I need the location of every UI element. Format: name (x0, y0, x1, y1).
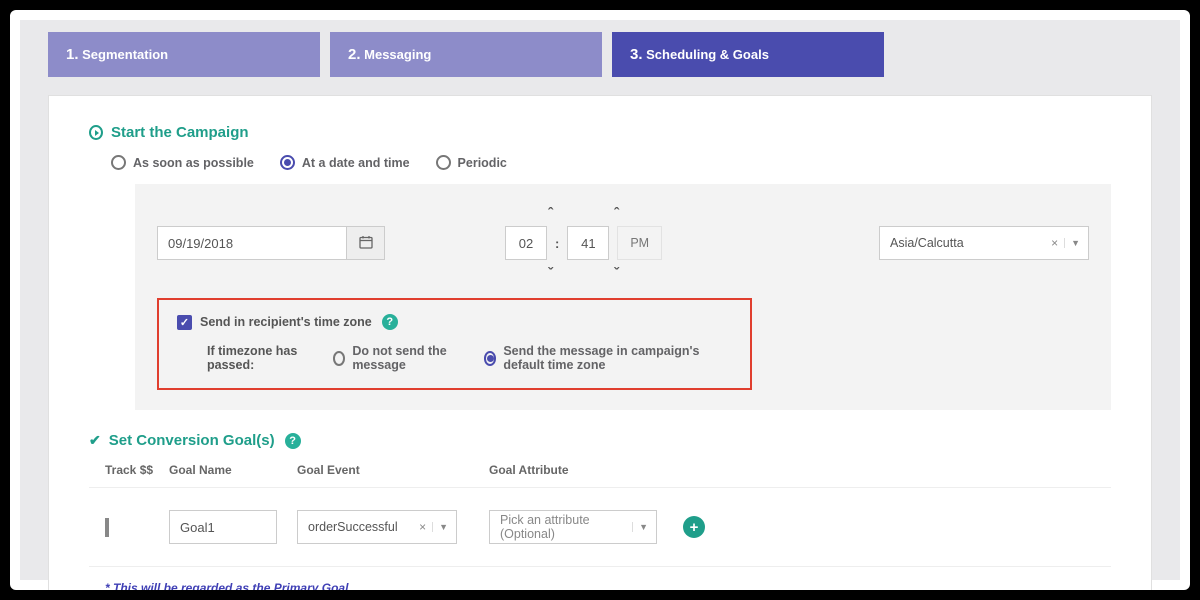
app-shell: 1. Segmentation 2. Messaging 3. Scheduli… (10, 10, 1190, 590)
minute-input[interactable] (567, 226, 609, 260)
date-field (157, 226, 385, 260)
hour-input[interactable] (505, 226, 547, 260)
chevron-down-icon: ▼ (1064, 238, 1080, 248)
radio-icon (280, 155, 295, 170)
plus-icon: + (690, 519, 699, 536)
hour-down[interactable]: ˇ (544, 266, 558, 280)
timezone-value: Asia/Calcutta (890, 236, 964, 250)
minute-up[interactable]: ˆ (610, 206, 624, 220)
chevron-down-icon: ˇ (548, 265, 553, 282)
track-checkbox[interactable] (105, 518, 109, 537)
radio-send-default-tz[interactable]: Send the message in campaign's default t… (484, 344, 732, 372)
time-stepper: ˆ ˆ : PM ˇ ˇ (505, 206, 662, 280)
recipient-tz-checkbox[interactable]: ✓ (177, 315, 192, 330)
radio-icon (484, 351, 496, 366)
step-label: Scheduling & Goals (646, 47, 769, 62)
goal-attribute-select[interactable]: Pick an attribute (Optional) ▼ (489, 510, 657, 544)
section-title: Start the Campaign (111, 124, 249, 141)
chevron-up-icon: ˆ (548, 205, 553, 222)
recipient-tz-checkbox-row: ✓ Send in recipient's time zone ? (177, 314, 732, 330)
section-conversion-goals: ✔ Set Conversion Goal(s) ? (89, 432, 1111, 449)
tab-segmentation[interactable]: 1. Segmentation (48, 32, 320, 77)
radio-asap[interactable]: As soon as possible (111, 155, 254, 170)
calendar-icon (359, 235, 373, 252)
col-goal-attr: Goal Attribute (489, 463, 669, 477)
add-goal-button[interactable]: + (683, 516, 705, 538)
section-start-campaign: Start the Campaign (89, 124, 1111, 141)
step-number: 3. (630, 46, 643, 63)
radio-do-not-send[interactable]: Do not send the message (333, 344, 466, 372)
col-goal-event: Goal Event (297, 463, 489, 477)
radio-icon (333, 351, 345, 366)
schedule-row: ˆ ˆ : PM ˇ ˇ (157, 206, 1089, 280)
content-card: Start the Campaign As soon as possible A… (48, 95, 1152, 590)
goal-name-input[interactable] (169, 510, 277, 544)
clear-icon[interactable]: × (419, 520, 426, 534)
radio-label: As soon as possible (133, 156, 254, 170)
step-label: Segmentation (82, 47, 168, 62)
col-track: Track $$ (105, 463, 169, 477)
radio-label: Periodic (458, 156, 507, 170)
chevron-down-icon: ▼ (432, 522, 448, 532)
play-circle-icon (89, 126, 103, 140)
tab-messaging[interactable]: 2. Messaging (330, 32, 602, 77)
if-passed-label: If timezone has passed: (207, 344, 315, 372)
section-title: Set Conversion Goal(s) (109, 432, 275, 449)
goal-row: orderSuccessful × ▼ Pick an attribute (O… (89, 487, 1111, 567)
step-tabs: 1. Segmentation 2. Messaging 3. Scheduli… (48, 32, 1152, 77)
primary-goal-footnote: * This will be regarded as the Primary G… (89, 567, 1111, 590)
goal-columns: Track $$ Goal Name Goal Event Goal Attri… (89, 463, 1111, 477)
minute-down[interactable]: ˇ (610, 266, 624, 280)
chevron-down-icon: ˇ (614, 265, 619, 282)
timezone-select[interactable]: Asia/Calcutta × ▼ (879, 226, 1089, 260)
step-number: 1. (66, 46, 79, 63)
col-goal-name: Goal Name (169, 463, 297, 477)
check-icon: ✓ (180, 316, 189, 329)
recipient-timezone-box: ✓ Send in recipient's time zone ? If tim… (157, 298, 752, 390)
step-number: 2. (348, 46, 361, 63)
recipient-tz-label: Send in recipient's time zone (200, 315, 372, 329)
goal-attr-placeholder: Pick an attribute (Optional) (500, 513, 626, 541)
clear-icon[interactable]: × (1051, 236, 1058, 250)
step-label: Messaging (364, 47, 431, 62)
chevron-down-icon: ▼ (632, 522, 648, 532)
time-colon: : (555, 236, 559, 251)
goal-event-select[interactable]: orderSuccessful × ▼ (297, 510, 457, 544)
calendar-button[interactable] (347, 226, 385, 260)
if-tz-passed-row: If timezone has passed: Do not send the … (177, 344, 732, 372)
radio-label: Send the message in campaign's default t… (503, 344, 732, 372)
radio-periodic[interactable]: Periodic (436, 155, 507, 170)
check-icon: ✔ (89, 432, 101, 449)
page: 1. Segmentation 2. Messaging 3. Scheduli… (20, 20, 1180, 580)
hour-up[interactable]: ˆ (544, 206, 558, 220)
help-icon[interactable]: ? (382, 314, 398, 330)
radio-label: At a date and time (302, 156, 410, 170)
help-icon[interactable]: ? (285, 433, 301, 449)
start-mode-radios: As soon as possible At a date and time P… (89, 155, 1111, 170)
goal-event-value: orderSuccessful (308, 520, 398, 534)
radio-icon (436, 155, 451, 170)
chevron-up-icon: ˆ (614, 205, 619, 222)
radio-icon (111, 155, 126, 170)
date-input[interactable] (157, 226, 347, 260)
radio-label: Do not send the message (352, 344, 466, 372)
radio-date-time[interactable]: At a date and time (280, 155, 410, 170)
ampm-toggle[interactable]: PM (617, 226, 662, 260)
tab-scheduling-goals[interactable]: 3. Scheduling & Goals (612, 32, 884, 77)
schedule-panel: ˆ ˆ : PM ˇ ˇ (135, 184, 1111, 410)
